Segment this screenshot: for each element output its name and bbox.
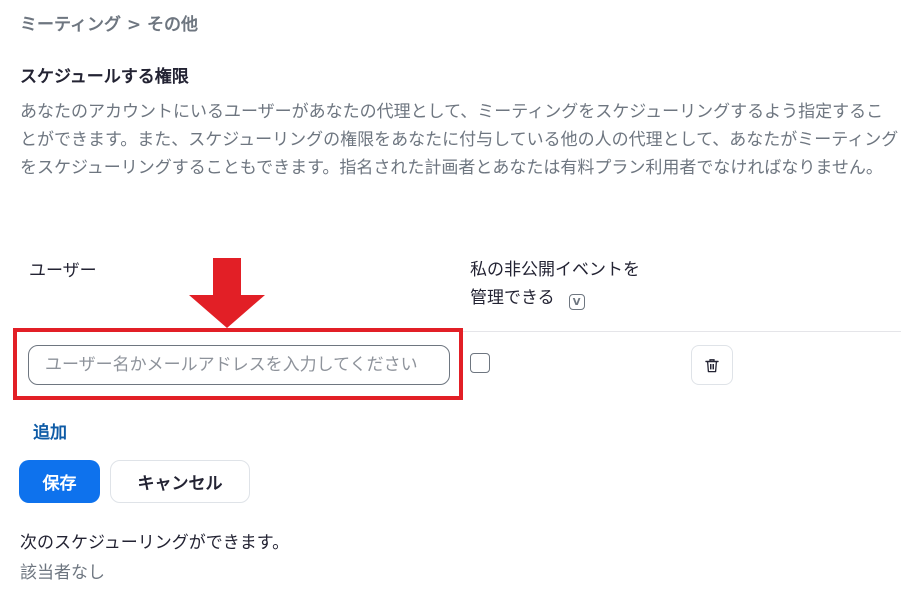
column-header-private-label: 管理できる	[470, 288, 555, 308]
info-icon[interactable]: V	[568, 294, 585, 310]
add-user-link[interactable]: 追加	[33, 418, 67, 443]
highlight-annotation-box	[13, 328, 463, 400]
column-header-user: ユーザー	[29, 261, 97, 281]
column-header-private-events: 私の非公開イベントを 管理できる V	[470, 256, 640, 312]
delete-row-button[interactable]	[691, 345, 733, 385]
column-header-private-line2: 管理できる V	[470, 284, 640, 312]
section-title: スケジュールする権限	[20, 67, 189, 87]
down-arrow-icon	[189, 258, 265, 328]
schedulable-for-empty: 該当者なし	[20, 563, 105, 583]
section-description: あなたのアカウントにいるユーザーがあなたの代理として、ミーティングをスケジューリ…	[20, 102, 899, 178]
schedulable-for-title: 次のスケジューリングができます。	[20, 533, 290, 553]
cancel-button[interactable]: キャンセル	[110, 460, 250, 503]
breadcrumb: ミーティング > その他	[20, 15, 199, 35]
manage-private-events-checkbox[interactable]	[470, 353, 490, 373]
save-button[interactable]: 保存	[19, 460, 100, 503]
column-header-private-line1: 私の非公開イベントを	[470, 260, 640, 280]
trash-icon	[705, 358, 719, 372]
